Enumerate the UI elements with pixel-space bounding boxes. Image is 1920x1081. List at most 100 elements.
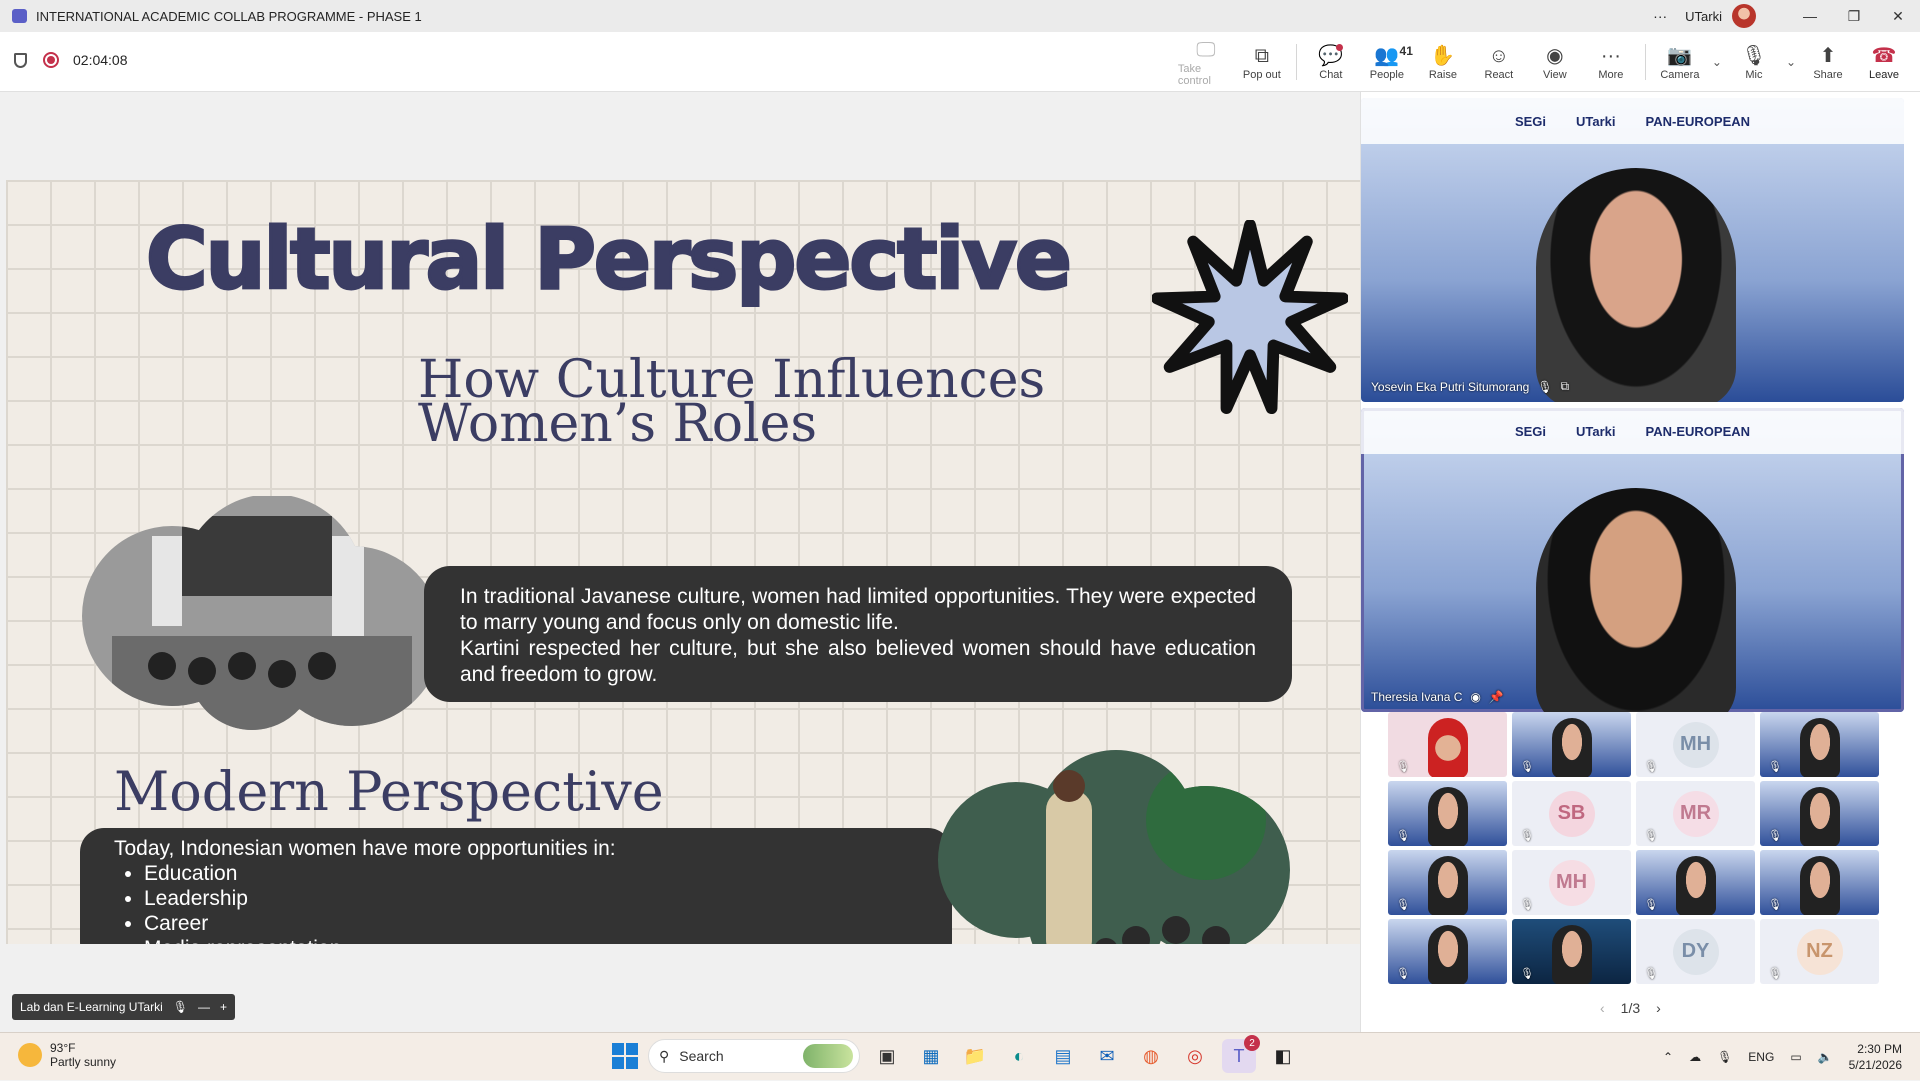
weather-description: Partly sunny <box>50 1055 117 1069</box>
mic-off-icon: 🎙 <box>1537 379 1553 394</box>
mic-button[interactable]: 🎙 Mic <box>1726 32 1782 92</box>
people-icon: 👥 <box>1374 45 1400 67</box>
view-button[interactable]: ◉ View <box>1527 32 1583 92</box>
participant-initials: MH <box>1672 721 1719 768</box>
mic-label: Mic <box>1745 69 1763 81</box>
store-icon[interactable]: ▦ <box>914 1039 948 1073</box>
more-button[interactable]: ··· More <box>1583 32 1639 92</box>
mic-off-icon: 🎙 <box>1520 899 1534 911</box>
chat-button[interactable]: 💬 Chat <box>1303 32 1359 92</box>
expand-pip-icon[interactable]: + <box>220 1000 227 1014</box>
cloud-off-icon[interactable]: ☁ <box>1689 1050 1701 1064</box>
take-control-label: Take control <box>1177 63 1211 87</box>
firefox-icon[interactable]: ◍ <box>1134 1039 1168 1073</box>
windows-taskbar: 93°F Partly sunny ⚲ Search ▣ ▦ 📁 ◐ ▤ ✉ ◍… <box>0 1032 1920 1080</box>
previous-page-chevron-icon[interactable]: ‹ <box>1600 1000 1605 1016</box>
search-label: Search <box>679 1048 724 1064</box>
task-view-icon[interactable]: ▣ <box>870 1039 904 1073</box>
app-icon[interactable]: ◧ <box>1266 1039 1300 1073</box>
video-tile-active-speaker[interactable]: SEGi UTarki PAN-EUROPEAN Theresia Ivana … <box>1361 408 1904 712</box>
mic-off-icon: 🎙 <box>1644 761 1658 773</box>
clock[interactable]: 2:30 PM 5/21/2026 <box>1849 1041 1902 1073</box>
teams-icon[interactable]: T2 <box>1222 1035 1260 1073</box>
camera-label: Camera <box>1660 69 1700 81</box>
title-bar: INTERNATIONAL ACADEMIC COLLAB PROGRAMME … <box>0 0 1920 32</box>
chevron-up-icon[interactable]: ⌃ <box>1663 1050 1673 1064</box>
chat-label: Chat <box>1319 69 1343 81</box>
people-label: People <box>1369 69 1404 81</box>
pip-self-view-bar[interactable]: Lab dan E-Learning UTarki 🎙 — + <box>12 994 236 1020</box>
participant-tile[interactable]: 🎙 <box>1760 781 1879 846</box>
modern-text-box: Today, Indonesian women have more opport… <box>80 828 952 944</box>
participant-tile[interactable]: 🎙 <box>1388 850 1507 915</box>
participant-tile[interactable]: MR 🎙 <box>1636 781 1755 846</box>
file-explorer-icon[interactable]: 📁 <box>958 1039 992 1073</box>
outlook-icon[interactable]: ✉ <box>1090 1039 1124 1073</box>
close-button[interactable]: ✕ <box>1876 8 1920 25</box>
shield-icon[interactable] <box>14 52 27 68</box>
mic-off-icon[interactable]: 🎙 <box>1717 1050 1732 1064</box>
share-button[interactable]: ⬆ Share <box>1800 32 1856 92</box>
start-button[interactable] <box>612 1043 638 1069</box>
taskbar-search[interactable]: ⚲ Search <box>648 1039 860 1073</box>
pop-out-button[interactable]: ⧉ Pop out <box>1234 32 1290 92</box>
next-page-chevron-icon[interactable]: › <box>1656 1000 1661 1016</box>
camera-options-chevron-icon[interactable]: ⌄ <box>1712 55 1722 69</box>
participant-tile[interactable]: SB 🎙 <box>1512 781 1631 846</box>
minimize-pip-icon[interactable]: — <box>198 1000 210 1014</box>
participant-tile[interactable]: 🎙 <box>1388 781 1507 846</box>
weather-widget[interactable]: 93°F Partly sunny <box>18 1041 116 1069</box>
raise-hand-button[interactable]: ✋ Raise <box>1415 32 1471 92</box>
volume-icon[interactable]: 🔈 <box>1818 1050 1833 1064</box>
more-icon: ··· <box>1600 45 1621 67</box>
segi-logo: SEGi <box>1514 113 1547 129</box>
participant-tile[interactable]: 🎙 <box>1636 850 1755 915</box>
participant-grid: 🎙 🎙 MH 🎙 🎙 🎙 SB 🎙 MR 🎙 🎙 🎙 MH 🎙 🎙 🎙 🎙 🎙 DY 🎙 … <box>1388 712 1882 988</box>
edge-icon[interactable]: ◐ <box>1002 1039 1036 1073</box>
mic-options-chevron-icon[interactable]: ⌄ <box>1786 55 1796 69</box>
participant-name: Yosevin Eka Putri Situmorang <box>1371 379 1530 394</box>
participant-tile[interactable]: MH 🎙 <box>1636 712 1755 777</box>
notification-badge: 2 <box>1244 1035 1260 1051</box>
language-indicator[interactable]: ENG <box>1748 1050 1774 1064</box>
video-tile-speaker[interactable]: SEGi UTarki PAN-EUROPEAN Yosevin Eka Put… <box>1361 98 1904 402</box>
participant-tile[interactable]: 🎙 <box>1512 712 1631 777</box>
user-name: UTarki <box>1685 8 1722 24</box>
react-button[interactable]: ☺ React <box>1471 32 1527 92</box>
more-label: More <box>1598 69 1624 81</box>
participant-tile[interactable]: 🎙 <box>1388 919 1507 984</box>
microsoft-store-icon[interactable]: ▤ <box>1046 1039 1080 1073</box>
react-label: React <box>1484 69 1514 81</box>
participant-tile[interactable]: 🎙 <box>1512 919 1631 984</box>
participant-tile[interactable]: MH 🎙 <box>1512 850 1631 915</box>
unread-dot <box>1335 44 1343 51</box>
culture-paragraph-2: Kartini respected her culture, but she a… <box>460 637 1256 686</box>
participant-tile[interactable]: 🎙 <box>1760 712 1879 777</box>
modern-bullet-list: Education Leadership Career Media repres… <box>144 861 918 944</box>
pin-icon: 📌 <box>1488 690 1504 704</box>
mic-off-icon: 🎙 <box>1520 830 1534 842</box>
participant-video <box>1428 856 1468 915</box>
restore-button[interactable]: ❐ <box>1832 8 1876 25</box>
mic-off-icon: 🎙 <box>1396 899 1410 911</box>
window-more-button[interactable]: ··· <box>1653 8 1667 24</box>
culture-text-box: In traditional Javanese culture, women h… <box>424 566 1292 702</box>
take-control-button[interactable]: 🖵 Take control <box>1178 32 1234 92</box>
mic-off-icon: 🎙 <box>1644 830 1658 842</box>
people-button[interactable]: 41 👥 People <box>1359 32 1415 92</box>
participant-tile[interactable]: NZ 🎙 <box>1760 919 1879 984</box>
participant-tile[interactable]: 🎙 <box>1388 712 1507 777</box>
starburst-icon <box>1152 220 1348 415</box>
network-icon[interactable]: ▭ <box>1790 1050 1801 1064</box>
slide-subtitle-modern: Modern Perspective <box>114 760 664 823</box>
chrome-icon[interactable]: ◎ <box>1178 1039 1212 1073</box>
leave-button[interactable]: ☎ Leave <box>1856 32 1912 92</box>
search-highlight-image <box>803 1044 853 1068</box>
avatar[interactable] <box>1732 4 1756 28</box>
participant-name: Theresia Ivana C <box>1371 690 1463 704</box>
participant-pager: ‹ 1/3 › <box>1600 1000 1661 1016</box>
minimize-button[interactable]: — <box>1788 8 1832 24</box>
participant-tile[interactable]: 🎙 <box>1760 850 1879 915</box>
camera-button[interactable]: 📷 Camera <box>1652 32 1708 92</box>
participant-tile[interactable]: DY 🎙 <box>1636 919 1755 984</box>
